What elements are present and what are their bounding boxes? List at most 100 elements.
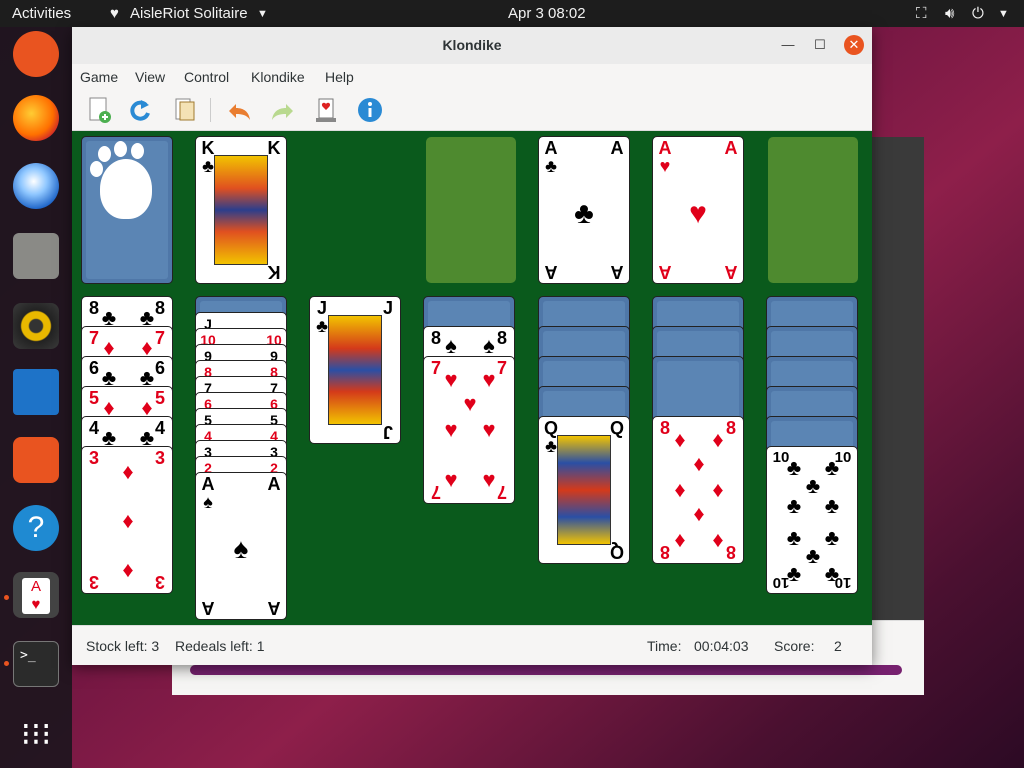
queen-portrait xyxy=(557,435,611,545)
pip: ♥ xyxy=(463,391,477,416)
activities-button[interactable]: Activities xyxy=(12,5,71,22)
hint-icon[interactable] xyxy=(312,96,340,124)
chevron-down-icon: ▼ xyxy=(257,8,268,20)
top-panel: Activities ♥ AisleRiot Solitaire ▼ Apr 3… xyxy=(0,0,1024,27)
clock[interactable]: Apr 3 08:02 xyxy=(508,5,586,22)
rank: Q xyxy=(610,542,625,562)
running-indicator xyxy=(4,661,9,666)
menu-game[interactable]: Game xyxy=(80,69,118,85)
pip: ♥ xyxy=(444,467,458,492)
background-window[interactable] xyxy=(872,137,924,694)
pip: ♦ xyxy=(122,459,134,484)
rank: 3 xyxy=(154,448,165,468)
pip: ♥ xyxy=(482,417,496,442)
pip: ♦ xyxy=(674,477,686,502)
foundation-clubs[interactable]: A ♣ A A A ♣ xyxy=(538,136,630,284)
rank: J xyxy=(383,422,394,442)
pip: ♣ xyxy=(786,493,802,518)
new-game-icon[interactable] xyxy=(85,96,113,124)
rank: Q xyxy=(609,418,624,438)
pip: ♦ xyxy=(693,501,705,526)
toe xyxy=(98,146,111,162)
volume-icon[interactable]: 🔊︎ xyxy=(945,5,954,22)
minimize-button[interactable]: — xyxy=(778,35,798,55)
foundation-hearts[interactable]: A ♥ A A A ♥ xyxy=(652,136,744,284)
pip: ♣ xyxy=(805,473,821,498)
aisleriot-icon[interactable]: A ♥ xyxy=(13,572,59,618)
rank: A xyxy=(610,138,624,158)
pip: ♠ xyxy=(445,333,457,358)
center-pip: ♥ xyxy=(689,197,707,230)
pip: ♣ xyxy=(824,493,840,518)
firefox-icon[interactable] xyxy=(13,95,59,141)
ubuntu-icon[interactable] xyxy=(13,31,59,77)
software-icon[interactable] xyxy=(13,437,59,483)
rank: A xyxy=(267,474,281,494)
rank: A xyxy=(724,138,738,158)
close-button[interactable]: ✕ xyxy=(844,35,864,55)
status-bar: Stock left: 3 Redeals left: 1 Time: 00:0… xyxy=(72,625,872,665)
pip: ♠ xyxy=(483,333,495,358)
help-icon[interactable]: ? xyxy=(13,505,59,551)
terminal-icon[interactable]: >_ xyxy=(13,641,59,687)
writer-icon[interactable] xyxy=(13,369,59,415)
tableau-5-card-1[interactable]: Q ♣ Q Q xyxy=(538,416,630,564)
tableau-6-card-1[interactable]: 8 8 8 8 ♦ ♦ ♦ ♦ ♦ ♦ ♦ ♦ xyxy=(652,416,744,564)
tableau-1-card-6[interactable]: 3 3 3 3 ♦ ♦ ♦ xyxy=(81,446,173,594)
info-icon[interactable] xyxy=(356,96,384,124)
app-menu-button[interactable]: AisleRiot Solitaire xyxy=(130,5,248,22)
system-menu-chevron-icon[interactable]: ▼ xyxy=(998,8,1009,20)
rank: A xyxy=(544,138,558,158)
pip: ♦ xyxy=(712,477,724,502)
restart-icon[interactable] xyxy=(126,96,154,124)
files-icon[interactable] xyxy=(13,233,59,279)
solitaire-window: Klondike — ☐ ✕ Game View Control Klondik… xyxy=(72,27,872,665)
maximize-button[interactable]: ☐ xyxy=(810,35,830,55)
rank: 3 xyxy=(89,572,100,592)
tableau-3-card-1[interactable]: J ♣ J J xyxy=(309,296,401,444)
thunderbird-icon[interactable] xyxy=(13,163,59,209)
rank: A xyxy=(267,598,281,618)
pip: ♥ xyxy=(444,417,458,442)
menu-control[interactable]: Control xyxy=(184,69,229,85)
menu-view[interactable]: View xyxy=(135,69,165,85)
rank: A xyxy=(658,138,672,158)
foundation-slot-4[interactable] xyxy=(768,137,858,283)
menu-klondike[interactable]: Klondike xyxy=(251,69,305,85)
waste-card[interactable]: K ♣ K K xyxy=(195,136,287,284)
tableau-2-card-11[interactable]: A ♠ A A A ♠ xyxy=(195,472,287,620)
rank: A xyxy=(544,262,558,282)
dock: ? A ♥ >_ ⁝⁝⁝ xyxy=(0,27,72,768)
foundation-slot-1[interactable] xyxy=(426,137,516,283)
app-grid-icon[interactable]: ⁝⁝⁝ xyxy=(13,711,59,757)
tableau-4-card-2[interactable]: 7 7 7 7 ♥ ♥ ♥ ♥ ♥ ♥ ♥ xyxy=(423,356,515,504)
tableau-7-card-1[interactable]: 10 10 10 10 ♣ ♣ ♣ ♣ ♣ ♣ ♣ ♣ ♣ ♣ xyxy=(766,446,858,594)
time-label: Time: xyxy=(647,638,682,654)
rank: A xyxy=(201,474,215,494)
rhythmbox-icon[interactable] xyxy=(13,303,59,349)
time-value: 00:04:03 xyxy=(694,638,749,654)
pip: ♥ xyxy=(444,367,458,392)
progress-fill xyxy=(190,665,902,675)
pip: ♥ xyxy=(482,467,496,492)
game-table: K ♣ K K A ♣ A A A ♣ A ♥ A A A ♥ 8 8 ♣ ♣ … xyxy=(72,131,872,625)
toe xyxy=(90,161,103,177)
pip: ♦ xyxy=(712,527,724,552)
pip: ♥ xyxy=(482,367,496,392)
center-pip: ♠ xyxy=(233,533,249,564)
redo-icon[interactable] xyxy=(268,96,296,124)
select-game-icon[interactable] xyxy=(170,96,198,124)
center-pip: ♣ xyxy=(574,197,594,230)
undo-icon[interactable] xyxy=(226,96,254,124)
stock-pile[interactable] xyxy=(81,136,173,284)
pip: ♦ xyxy=(122,557,134,582)
toolbar-separator xyxy=(210,98,211,122)
power-icon[interactable]: ⏻ xyxy=(972,5,984,22)
title-bar[interactable]: Klondike — ☐ ✕ xyxy=(72,27,872,64)
suit: ♠ xyxy=(203,492,213,512)
suit: ♥ xyxy=(659,156,671,176)
pip: ♦ xyxy=(712,427,724,452)
network-icon[interactable]: ⛶ xyxy=(916,5,927,22)
menu-help[interactable]: Help xyxy=(325,69,354,85)
rank: 3 xyxy=(88,448,99,468)
